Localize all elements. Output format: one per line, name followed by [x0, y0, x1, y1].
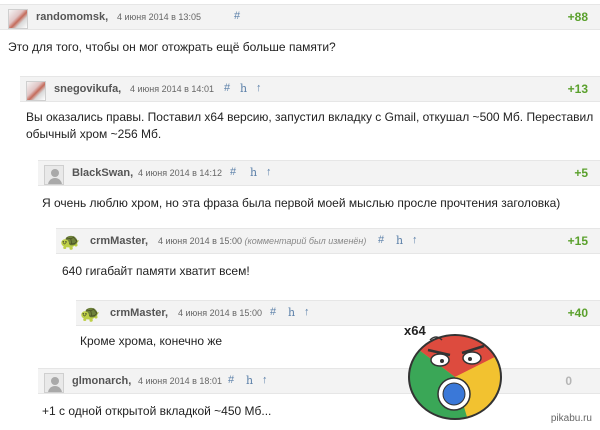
comment-author[interactable]: crmMaster, — [110, 307, 168, 319]
avatar[interactable] — [44, 165, 64, 185]
comment-anchor-link[interactable]: # — [224, 82, 230, 94]
comment-h-link[interactable]: h — [250, 166, 257, 179]
comment-author[interactable]: glmonarch, — [72, 375, 131, 387]
turtle-avatar-icon[interactable]: 🐢 — [80, 305, 100, 325]
comment-anchor-link[interactable]: # — [228, 374, 234, 386]
comment-h-link[interactable]: h — [288, 306, 295, 319]
comment-date: 4 июня 2014 в 15:00 — [178, 308, 262, 318]
comment-rating: +15 — [567, 234, 588, 248]
comment-text: Вы оказались правы. Поставил x64 версию,… — [26, 110, 594, 141]
comment-rating: 0 — [565, 374, 572, 388]
comment-header: glmonarch, 4 июня 2014 в 18:01 # h ↑ 0 — [38, 368, 600, 394]
comment-anchor-link[interactable]: # — [234, 10, 240, 22]
comment-crmmaster-2: 🐢 crmMaster, 4 июня 2014 в 15:00 # h ↑ +… — [0, 296, 600, 356]
avatar-head-icon — [51, 169, 59, 177]
comment-date: 4 июня 2014 в 15:00 (комментарий был изм… — [158, 236, 366, 246]
avatar-body-icon — [48, 178, 62, 184]
watermark: pikabu.ru — [550, 413, 592, 424]
comment-parent-link[interactable]: ↑ — [266, 166, 272, 178]
comment-text: Это для того, чтобы он мог отожрать ещё … — [8, 40, 336, 54]
comment-snegovikufa: snegovikufa, 4 июня 2014 в 14:01 # h ↑ +… — [0, 72, 600, 152]
comment-text: Я очень люблю хром, но эта фраза была пе… — [42, 196, 561, 210]
comment-date: 4 июня 2014 в 14:12 — [138, 168, 222, 178]
comment-anchor-link[interactable]: # — [270, 306, 276, 318]
comment-author[interactable]: randomomsk, — [36, 11, 108, 23]
comment-parent-link[interactable]: ↑ — [262, 374, 268, 386]
comment-date: 4 июня 2014 в 18:01 — [138, 376, 222, 386]
comment-parent-link[interactable]: ↑ — [304, 306, 310, 318]
avatar[interactable] — [26, 81, 46, 101]
comment-author[interactable]: snegovikufa, — [54, 83, 121, 95]
avatar[interactable] — [8, 9, 28, 29]
comment-glmonarch: glmonarch, 4 июня 2014 в 18:01 # h ↑ 0 +… — [0, 366, 600, 430]
comment-anchor-link[interactable]: # — [230, 166, 236, 178]
comment-header: BlackSwan, 4 июня 2014 в 14:12 # h ↑ +5 — [38, 160, 600, 186]
comment-author[interactable]: BlackSwan, — [72, 167, 133, 179]
comment-rating: +40 — [567, 306, 588, 320]
comment-header: snegovikufa, 4 июня 2014 в 14:01 # h ↑ +… — [20, 76, 600, 102]
comment-date: 4 июня 2014 в 14:01 — [130, 84, 214, 94]
comment-anchor-link[interactable]: # — [378, 234, 384, 246]
comment-rating: +88 — [567, 10, 588, 24]
avatar[interactable] — [44, 373, 64, 393]
comment-date: 4 июня 2014 в 13:05 — [117, 12, 201, 22]
avatar-body-icon — [48, 386, 62, 392]
comment-text: 640 гигабайт памяти хватит всем! — [62, 264, 250, 278]
comment-header: randomomsk, 4 июня 2014 в 13:05 # +88 — [0, 4, 600, 30]
turtle-avatar-icon[interactable]: 🐢 — [60, 233, 80, 253]
comment-h-link[interactable]: h — [246, 374, 253, 387]
comment-randomomsk: randomomsk, 4 июня 2014 в 13:05 # +88 Эт… — [0, 0, 600, 62]
comment-parent-link[interactable]: ↑ — [412, 234, 418, 246]
comment-header: 🐢 crmMaster, 4 июня 2014 в 15:00 (коммен… — [56, 228, 600, 254]
comment-parent-link[interactable]: ↑ — [256, 82, 262, 94]
comment-rating: +13 — [567, 82, 588, 96]
comment-blackswan: BlackSwan, 4 июня 2014 в 14:12 # h ↑ +5 … — [0, 158, 600, 218]
comment-author[interactable]: crmMaster, — [90, 235, 148, 247]
comment-text: +1 с одной открытой вкладкой ~450 Мб... — [42, 404, 272, 418]
angry-chrome-face-icon — [408, 334, 502, 420]
comment-h-link[interactable]: h — [396, 234, 403, 247]
comment-edited-note: (комментарий был изменён) — [244, 236, 367, 246]
avatar-head-icon — [51, 377, 59, 385]
comment-text: Кроме хрома, конечно же — [80, 334, 223, 348]
comment-crmmaster-1: 🐢 crmMaster, 4 июня 2014 в 15:00 (коммен… — [0, 226, 600, 286]
comment-date-text: 4 июня 2014 в 15:00 — [158, 236, 242, 246]
comment-rating: +5 — [574, 166, 588, 180]
comment-header: 🐢 crmMaster, 4 июня 2014 в 15:00 # h ↑ +… — [76, 300, 600, 326]
comment-h-link[interactable]: h — [240, 82, 247, 95]
